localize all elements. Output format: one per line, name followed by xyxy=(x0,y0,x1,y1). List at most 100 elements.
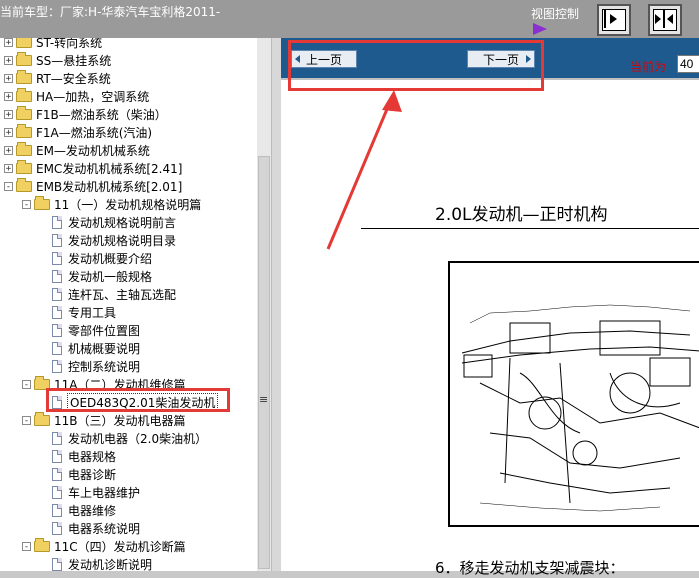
tree-folder-item[interactable]: + EM—发动机机械系统 xyxy=(4,141,150,159)
tree-item-label: 电器系统说明 xyxy=(68,521,141,536)
tree-folder-item[interactable]: + F1B—燃油系统（柴油） xyxy=(4,105,167,123)
tree-folder-item[interactable]: - 11B（三）发动机电器篇 xyxy=(22,411,186,429)
scrollbar-thumb[interactable] xyxy=(258,156,270,569)
page-icon xyxy=(52,323,62,337)
page-icon xyxy=(52,215,62,229)
page-icon xyxy=(52,359,62,373)
split-view-button[interactable] xyxy=(648,4,682,36)
folder-icon xyxy=(16,177,32,192)
expand-icon[interactable]: + xyxy=(4,163,13,173)
tree-folder-item[interactable]: + ST-转向系统 xyxy=(4,38,102,51)
title-bar: 当前车型：厂家:H-华泰汽车宝利格2011- 视图控制 xyxy=(0,0,699,38)
tree-item-label: 11C（四）发动机诊断篇 xyxy=(54,539,186,554)
current-page-input[interactable] xyxy=(677,55,699,73)
tree-folder-item[interactable]: + EMC发动机机械系统[2.41] xyxy=(4,159,182,177)
page-icon xyxy=(52,305,62,319)
document-title: 2.0L发动机—正时机构 xyxy=(435,205,608,225)
expand-icon[interactable]: + xyxy=(4,91,13,101)
folder-icon xyxy=(16,141,32,156)
page-icon xyxy=(52,341,62,355)
tree-item-label: EM—发动机机械系统 xyxy=(36,143,150,158)
collapse-icon[interactable]: - xyxy=(4,181,13,191)
splitter-grip-icon[interactable]: ≡ xyxy=(259,393,268,406)
folder-icon xyxy=(34,537,50,552)
tree-page-item[interactable]: 机械概要说明 xyxy=(40,339,140,357)
tree-item-label: SS—悬挂系统 xyxy=(36,53,112,68)
collapse-icon[interactable]: - xyxy=(22,379,31,389)
collapse-icon[interactable]: - xyxy=(22,415,31,425)
tree-item-label: 专用工具 xyxy=(68,305,117,320)
tree-page-item[interactable]: 发动机规格说明目录 xyxy=(40,231,176,249)
tree-folder-item[interactable]: - EMB发动机机械系统[2.01] xyxy=(4,177,182,195)
tree-folder-item[interactable]: - 11C（四）发动机诊断篇 xyxy=(22,537,186,555)
tree-item-label: 控制系统说明 xyxy=(68,359,141,374)
tree-highlight-box xyxy=(46,388,230,412)
expand-icon[interactable]: + xyxy=(4,73,13,83)
tree-item-label: 电器诊断 xyxy=(68,467,117,482)
page-icon xyxy=(52,431,62,445)
tree-page-item[interactable]: 发动机诊断说明 xyxy=(40,555,152,571)
tree-panel[interactable]: + ST-转向系统 + SS—悬挂系统 + RT—安全系统 + HA—加热，空调系统 + F1B—… xyxy=(0,38,257,571)
tree-item-label: 机械概要说明 xyxy=(68,341,141,356)
tree-page-item[interactable]: 发动机电器（2.0柴油机） xyxy=(40,429,207,447)
expand-icon[interactable]: + xyxy=(4,145,13,155)
page-icon xyxy=(52,557,62,571)
page-icon xyxy=(52,467,62,481)
tree-page-item[interactable]: 发动机概要介绍 xyxy=(40,249,152,267)
tree-scrollbar[interactable] xyxy=(257,38,271,571)
collapse-icon[interactable]: - xyxy=(22,541,31,551)
folder-icon xyxy=(16,123,32,138)
page-icon xyxy=(52,503,62,517)
collapse-icon[interactable]: - xyxy=(22,199,31,209)
tree-page-item[interactable]: 车上电器维护 xyxy=(40,483,140,501)
tree-item-label: 发动机电器（2.0柴油机） xyxy=(68,431,208,446)
tree-page-item[interactable]: 发动机规格说明前言 xyxy=(40,213,176,231)
folder-icon xyxy=(16,105,32,120)
expand-icon[interactable]: + xyxy=(4,38,13,47)
tree-folder-item[interactable]: + F1A—燃油系统(汽油) xyxy=(4,123,152,141)
tree-page-item[interactable]: 电器规格 xyxy=(40,447,116,465)
tree-page-item[interactable]: 专用工具 xyxy=(40,303,116,321)
tree-item-label: 11B（三）发动机电器篇 xyxy=(54,413,186,428)
tree-page-item[interactable]: 电器维修 xyxy=(40,501,116,519)
tree-item-label: EMB发动机机械系统[2.01] xyxy=(36,179,183,194)
expand-view-button[interactable] xyxy=(597,4,631,36)
view-control-label: 视图控制 xyxy=(531,7,580,21)
tree-item-label: RT—安全系统 xyxy=(36,71,111,86)
tree-page-item[interactable]: 连杆瓦、主轴瓦选配 xyxy=(40,285,176,303)
tree-folder-item[interactable]: + HA—加热，空调系统 xyxy=(4,87,149,105)
tree-folder-item[interactable]: - 11（一）发动机规格说明篇 xyxy=(22,195,201,213)
view-control-arrow-icon[interactable] xyxy=(533,23,547,35)
page-icon xyxy=(52,449,62,463)
tree-page-item[interactable]: 控制系统说明 xyxy=(40,357,140,375)
expand-icon[interactable]: + xyxy=(4,55,13,65)
tree-folder-item[interactable]: + SS—悬挂系统 xyxy=(4,51,111,69)
title-underline xyxy=(361,228,699,229)
folder-icon xyxy=(16,69,32,84)
tree-page-item[interactable]: 电器系统说明 xyxy=(40,519,140,537)
tree-page-item[interactable]: 零部件位置图 xyxy=(40,321,140,339)
tree-item-label: EMC发动机机械系统[2.41] xyxy=(36,161,183,176)
page-icon xyxy=(52,233,62,247)
tree-item-label: 零部件位置图 xyxy=(68,323,141,338)
arrows-inward-icon xyxy=(653,9,677,31)
page-icon xyxy=(52,287,62,301)
folder-icon xyxy=(16,38,32,48)
tree-item-label: 11（一）发动机规格说明篇 xyxy=(54,197,202,212)
tree-page-item[interactable]: 电器诊断 xyxy=(40,465,116,483)
expand-icon[interactable]: + xyxy=(4,127,13,137)
tree-item-label: 电器规格 xyxy=(68,449,117,464)
expand-icon[interactable]: + xyxy=(4,109,13,119)
tree-item-label: 连杆瓦、主轴瓦选配 xyxy=(68,287,177,302)
tree-page-item[interactable]: 发动机一般规格 xyxy=(40,267,152,285)
tree-item-label: 发动机一般规格 xyxy=(68,269,153,284)
folder-icon xyxy=(34,195,50,210)
folder-icon xyxy=(16,87,32,102)
tree-item-label: 发动机概要介绍 xyxy=(68,251,153,266)
tree-folder-item[interactable]: + RT—安全系统 xyxy=(4,69,111,87)
page-icon xyxy=(52,269,62,283)
page-icon xyxy=(52,521,62,535)
page-icon xyxy=(52,251,62,265)
tree-item-label: F1A—燃油系统(汽油) xyxy=(36,125,153,140)
tree-item-label: HA—加热，空调系统 xyxy=(36,89,150,104)
